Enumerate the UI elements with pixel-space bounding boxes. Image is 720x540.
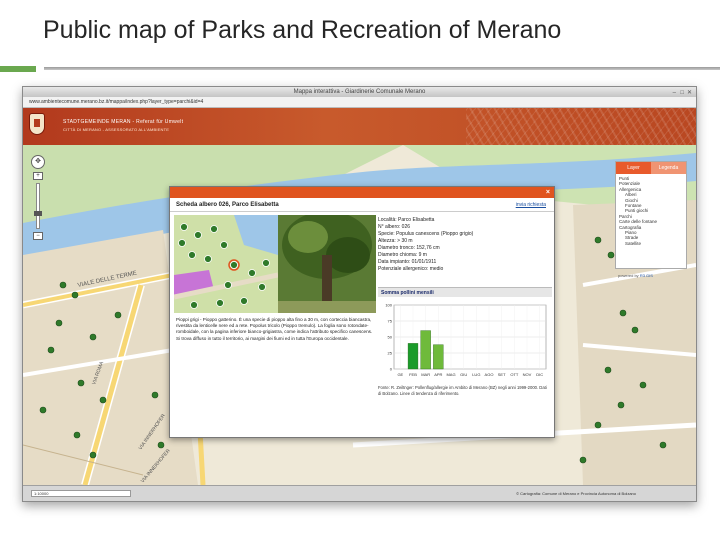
url-text: www.ambientecomune.merano.bz.it/mappa/in… bbox=[29, 99, 204, 105]
x-tick-label: DIC bbox=[536, 372, 543, 377]
popup-minimap bbox=[174, 215, 278, 313]
x-tick-label: GE bbox=[397, 372, 403, 377]
window-close-button[interactable]: ✕ bbox=[687, 88, 692, 98]
attribute-row: Data impianto: 01/01/1911 bbox=[378, 259, 437, 265]
window-maximize-button[interactable]: □ bbox=[680, 88, 684, 98]
zoom-slider-handle[interactable] bbox=[34, 211, 42, 216]
address-bar[interactable]: www.ambientecomune.merano.bz.it/mappa/in… bbox=[23, 97, 696, 108]
title-accent-bar bbox=[0, 66, 36, 72]
scale-selector[interactable]: 1:10000 bbox=[31, 490, 131, 497]
x-tick-label: SET bbox=[498, 372, 506, 377]
attribute-row: Località: Parco Elisabetta bbox=[378, 217, 435, 223]
pollen-chart: 0 25 50 75 100 GE FEB MAR APR MAG GIU LUG AGO SET OTT N… bbox=[378, 299, 552, 385]
attribute-row: Diametro chioma: 9 m bbox=[378, 252, 427, 258]
copyright-text: © Cartografia: Comune di Merano e Provin… bbox=[516, 491, 636, 496]
x-tick-label: LUG bbox=[472, 372, 480, 377]
x-tick-label: OTT bbox=[510, 372, 519, 377]
y-tick-label: 75 bbox=[388, 319, 393, 324]
chart-bar-feb bbox=[407, 343, 419, 370]
powered-by-brand[interactable]: R3 GIS bbox=[640, 273, 653, 278]
attribute-row: N° albero: 026 bbox=[378, 224, 411, 230]
banner-line-1: STADTGEMEINDE MERAN - Referat für Umwelt bbox=[63, 119, 184, 125]
zoom-out-button[interactable]: − bbox=[33, 232, 43, 240]
zoom-slider[interactable] bbox=[34, 183, 42, 229]
attribute-row: Diametro tronco: 152,76 cm bbox=[378, 245, 440, 251]
send-request-link[interactable]: invia richiesta bbox=[516, 202, 546, 208]
x-tick-label: AGO bbox=[485, 372, 494, 377]
banner-tree-decoration bbox=[466, 108, 696, 145]
x-tick-label: GIU bbox=[460, 372, 467, 377]
city-crest-logo bbox=[29, 113, 45, 135]
pollen-chart-svg: 0 25 50 75 100 GE FEB MAR APR MAG GIU LUG AGO SET OTT N… bbox=[385, 303, 547, 377]
data-source-note: Fonte: R. Zeiltnger: Pollenflug/allergie… bbox=[378, 385, 547, 396]
popup-titlebar: × bbox=[170, 187, 554, 198]
x-tick-label: NOV bbox=[523, 372, 532, 377]
window-title: Mappa interattiva - Giardinerie Comunale… bbox=[293, 89, 426, 95]
site-banner: STADTGEMEINDE MERAN - Referat für Umwelt… bbox=[23, 108, 696, 145]
attribute-row: Potenziale allergenico: medio bbox=[378, 266, 444, 272]
title-rule bbox=[44, 67, 720, 70]
tab-legend[interactable]: Legenda bbox=[651, 162, 686, 174]
popup-close-button[interactable]: × bbox=[546, 188, 550, 197]
tree-info-popup: × Scheda albero 026, Parco Elisabetta in… bbox=[169, 186, 555, 438]
popup-header: Scheda albero 026, Parco Elisabetta invi… bbox=[170, 198, 554, 212]
status-bar: 1:10000 © Cartografia: Comune di Merano … bbox=[23, 485, 696, 501]
popup-title: Scheda albero 026, Parco Elisabetta bbox=[176, 202, 279, 208]
pan-control-icon[interactable]: ✥ bbox=[31, 155, 45, 169]
browser-window: Mappa interattiva - Giardinerie Comunale… bbox=[22, 86, 697, 502]
attribute-row: Altezza: > 30 m bbox=[378, 238, 413, 244]
tree-attributes: Località: Parco Elisabetta N° albero: 026… bbox=[378, 217, 552, 273]
y-tick-label: 50 bbox=[388, 335, 393, 340]
zoom-in-button[interactable]: + bbox=[33, 172, 43, 180]
powered-by: powered by R3 GIS bbox=[618, 273, 653, 278]
layers-panel: Layer Legenda Punti Potenziale Allergenica… bbox=[615, 161, 687, 269]
x-tick-label: MAR bbox=[421, 372, 430, 377]
tree-photo bbox=[278, 215, 376, 313]
window-titlebar: Mappa interattiva - Giardinerie Comunale… bbox=[23, 87, 696, 97]
tree-description: Pioppi grigi - Pioppo gatterino. È una s… bbox=[176, 317, 373, 341]
y-tick-label: 0 bbox=[390, 367, 393, 372]
powered-by-label: powered by bbox=[618, 273, 639, 278]
tab-layer[interactable]: Layer bbox=[616, 162, 651, 174]
layer-item[interactable]: Satellite bbox=[619, 241, 683, 246]
pollen-chart-header: Somma pollini mensili bbox=[378, 287, 552, 297]
y-tick-label: 25 bbox=[388, 351, 393, 356]
attribute-row: Specie: Populus canescens (Pioppo grigio… bbox=[378, 231, 474, 237]
x-tick-label: MAG bbox=[446, 372, 455, 377]
chart-bar-mar bbox=[420, 330, 431, 370]
window-minimize-button[interactable]: – bbox=[673, 88, 676, 98]
layer-list: Punti Potenziale Allergenica Alberi Giochi Fo… bbox=[616, 174, 686, 248]
y-tick-label: 100 bbox=[385, 303, 392, 308]
banner-line-2: CITTÀ DI MERANO - ASSESSORATO ALL'AMBIEN… bbox=[63, 127, 170, 132]
x-tick-label: FEB bbox=[409, 372, 417, 377]
slide-title: Public map of Parks and Recreation of Me… bbox=[43, 16, 562, 44]
x-tick-label: APR bbox=[434, 372, 442, 377]
interactive-map[interactable]: VIALE DELLE TERME VIA ROMA VIA INNERHOFE… bbox=[23, 145, 696, 485]
zoom-control: ✥ + − bbox=[31, 155, 45, 255]
chart-bar-apr bbox=[433, 344, 444, 370]
